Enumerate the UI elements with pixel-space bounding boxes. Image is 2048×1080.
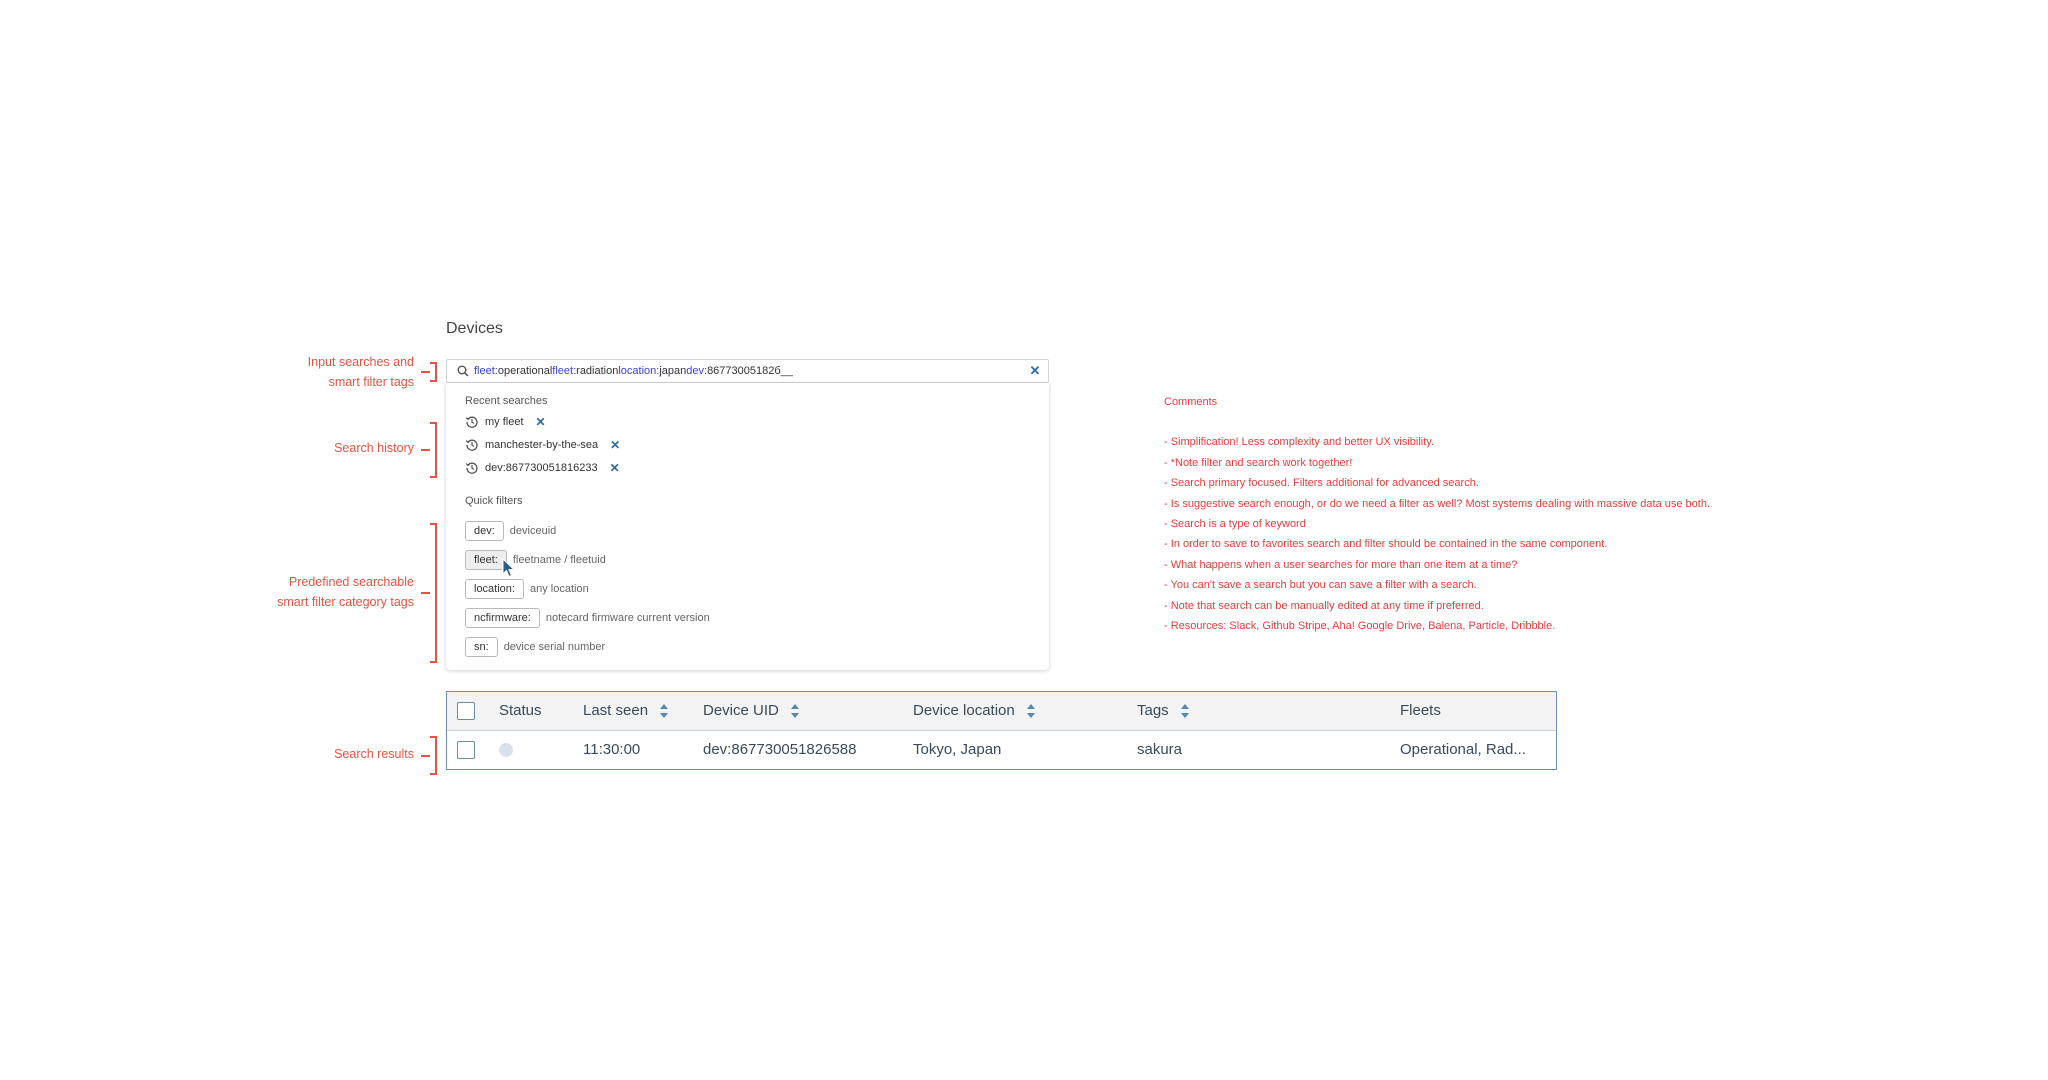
recent-search-label: manchester-by-the-sea [485, 439, 599, 451]
annotation-bracket-history [421, 422, 437, 478]
token-key: fleet: [474, 365, 498, 377]
column-header-tags[interactable]: Tags [1137, 692, 1189, 730]
annotation-history: Search history [334, 441, 414, 455]
cell-last-seen: 11:30:00 [583, 741, 641, 758]
search-dropdown: Recent searches my fleet ✕ manchester-by… [446, 383, 1049, 670]
quick-filter-description: any location [529, 583, 589, 595]
cell-device-location: Tokyo, Japan [913, 741, 1002, 758]
sort-icon[interactable] [660, 704, 669, 718]
mouse-cursor-icon [502, 558, 516, 578]
quick-filter-description: device serial number [503, 641, 606, 653]
status-indicator [499, 743, 513, 757]
quick-filter-row: dev: deviceuid [465, 520, 556, 542]
history-icon [465, 439, 478, 451]
annotation-bracket-results [421, 736, 437, 775]
recent-searches-heading: Recent searches [465, 395, 548, 407]
comment-item: - Search is a type of keyword [1164, 518, 1306, 531]
comment-item: - Is suggestive search enough, or do we … [1164, 497, 1711, 510]
token-value: operational [497, 365, 553, 377]
close-icon[interactable]: ✕ [1028, 364, 1042, 378]
history-icon [465, 462, 478, 474]
recent-search-item[interactable]: dev:867730051816233 ✕ [465, 459, 620, 477]
sort-icon[interactable] [1180, 704, 1189, 718]
column-header-last-seen[interactable]: Last seen [583, 692, 669, 730]
sort-icon[interactable] [790, 704, 799, 718]
quick-filter-chip[interactable]: sn: [465, 637, 498, 657]
quick-filter-row: location: any location [465, 578, 589, 600]
comment-item: - You can't save a search but you can sa… [1164, 579, 1477, 592]
row-checkbox[interactable] [457, 741, 475, 759]
comments-panel: Comments - Simplification! Less complexi… [1164, 392, 1710, 636]
table-header-row: Status Last seen Device UID Device locat… [447, 692, 1556, 731]
sort-icon[interactable] [1026, 704, 1035, 718]
select-all-checkbox[interactable] [457, 702, 475, 720]
recent-search-item[interactable]: my fleet ✕ [465, 413, 546, 431]
cell-device-uid[interactable]: dev:867730051826588 [703, 730, 857, 770]
quick-filter-chip[interactable]: dev: [465, 521, 504, 541]
results-table: Status Last seen Device UID Device locat… [446, 691, 1557, 770]
token-key: dev: [686, 365, 708, 377]
cell-tags: sakura [1137, 741, 1183, 758]
search-token[interactable]: dev:86773005182б__ [686, 365, 793, 377]
search-token[interactable]: fleet:radiation [552, 365, 618, 377]
cell-fleets: Operational, Rad... [1400, 741, 1526, 758]
comment-item: - In order to save to favorites search a… [1164, 538, 1608, 551]
quick-filter-description: deviceuid [509, 525, 557, 537]
comment-item: - Note that search can be manually edite… [1164, 599, 1484, 612]
column-header-device-uid[interactable]: Device UID [703, 692, 799, 730]
annotation-bracket-predefined [421, 523, 437, 663]
page-title: Devices [446, 320, 503, 337]
token-key: location: [618, 365, 660, 377]
token-value: japan [659, 365, 687, 377]
comment-item: - *Note filter and search work together! [1164, 456, 1353, 469]
comment-item: - Simplification! Less complexity and be… [1164, 436, 1435, 449]
quick-filter-chip[interactable]: ncfirmware: [465, 608, 540, 628]
recent-search-label: dev:867730051816233 [485, 462, 598, 474]
search-token[interactable]: fleet:operational [474, 365, 552, 377]
comment-item: - Search primary focused. Filters additi… [1164, 477, 1479, 490]
search-token[interactable]: location:japan [618, 365, 686, 377]
recent-search-label: my fleet [485, 416, 524, 428]
remove-icon[interactable]: ✕ [536, 415, 546, 429]
remove-icon[interactable]: ✕ [610, 461, 620, 475]
column-header-fleets: Fleets [1400, 702, 1441, 719]
comment-item: - Resources: Slack, Github Stripe, Aha! … [1164, 620, 1556, 633]
annotation-predefined: Predefined searchable smart filter categ… [277, 575, 414, 609]
remove-icon[interactable]: ✕ [610, 438, 620, 452]
comments-title: Comments [1164, 396, 1218, 408]
token-key: fleet: [552, 365, 577, 377]
quick-filter-row: sn: device serial number [465, 636, 605, 658]
token-value: radiation [576, 365, 619, 377]
column-header-status: Status [499, 702, 542, 719]
annotation-input: Input searches and smart filter tags [307, 355, 414, 389]
quick-filter-description: fleetname / fleetuid [512, 554, 606, 566]
comment-item: - What happens when a user searches for … [1164, 558, 1518, 571]
history-icon [465, 416, 478, 428]
token-value: 86773005182б__ [707, 365, 793, 377]
quick-filter-row: ncfirmware: notecard firmware current ve… [465, 607, 710, 629]
quick-filter-row: fleet: fleetname / fleetuid [465, 549, 606, 571]
annotation-bracket-input [421, 362, 437, 382]
recent-search-item[interactable]: manchester-by-the-sea ✕ [465, 436, 620, 454]
quick-filter-chip[interactable]: location: [465, 579, 524, 599]
quick-filter-description: notecard firmware current version [545, 612, 710, 624]
quick-filter-chip[interactable]: fleet: [465, 550, 507, 570]
column-header-device-location[interactable]: Device location [913, 692, 1035, 730]
quick-filters-heading: Quick filters [465, 495, 523, 507]
search-icon [457, 365, 469, 377]
annotation-results: Search results [334, 747, 414, 761]
search-input[interactable]: fleet:operational fleet:radiation locati… [446, 359, 1049, 383]
